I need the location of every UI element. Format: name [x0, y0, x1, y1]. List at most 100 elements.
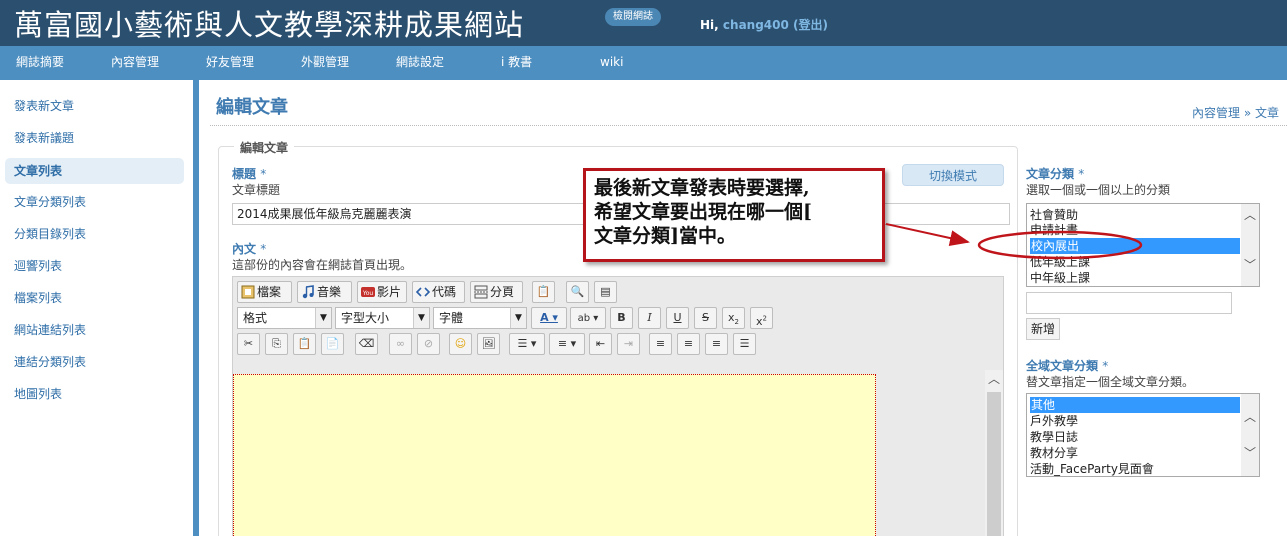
page-break-button[interactable]: 分頁 [470, 281, 523, 303]
editor-content-area[interactable] [233, 374, 876, 536]
global-category-scrollbar[interactable]: ︿ ﹀ [1241, 394, 1259, 476]
nav-friend-management[interactable]: 好友管理 [206, 46, 254, 80]
unlink-button[interactable]: ⊘ [417, 333, 440, 355]
paste-button[interactable]: 📋 [293, 333, 316, 355]
global-category-option[interactable]: 教材分享 [1030, 445, 1078, 461]
global-category-option[interactable]: 教學日誌 [1030, 429, 1078, 445]
global-category-option[interactable]: 戶外教學 [1030, 413, 1078, 429]
text-color-button[interactable]: A ▾ [531, 307, 567, 329]
category-option-selected[interactable]: 校內展出 [1030, 238, 1240, 254]
outdent-button[interactable]: ⇤ [589, 333, 612, 355]
sidebar-divider [193, 80, 199, 536]
emoticon-button[interactable]: ☺ [449, 333, 472, 355]
user-greeting: Hi, chang400 (登出) [700, 16, 828, 33]
indent-button[interactable]: ⇥ [617, 333, 640, 355]
numbered-list-button[interactable]: ≡ ▾ [549, 333, 585, 355]
logout-link[interactable]: (登出) [793, 18, 828, 32]
chevron-down-icon[interactable]: ﹀ [1241, 444, 1259, 462]
background-color-button[interactable]: ab ▾ [570, 307, 606, 329]
align-right-button[interactable]: ≡ [705, 333, 728, 355]
scrollbar-thumb[interactable] [987, 392, 1001, 536]
insert-image-button[interactable]: 🖼 [477, 333, 500, 355]
chevron-up-icon[interactable]: ︿ [1241, 408, 1259, 426]
nav-content-management[interactable]: 內容管理 [111, 46, 159, 80]
youtube-icon: You [361, 285, 375, 299]
sidebar-item-link-category-list[interactable]: 連結分類列表 [5, 349, 184, 375]
switch-mode-button[interactable]: 切換模式 [902, 164, 1004, 186]
sidebar-item-map-list[interactable]: 地圖列表 [5, 381, 184, 407]
insert-file-button[interactable]: 檔案 [237, 281, 292, 303]
remove-format-button[interactable]: ⌫ [355, 333, 378, 355]
copy-button[interactable]: ⎘ [265, 333, 288, 355]
cut-button[interactable]: ✂ [237, 333, 260, 355]
scissors-icon: ✂ [243, 337, 254, 350]
nav-blog-settings[interactable]: 網誌設定 [396, 46, 444, 80]
format-select[interactable]: 格式 ▼ [237, 307, 332, 329]
justify-button[interactable]: ☰ [733, 333, 756, 355]
svg-text:You: You [362, 290, 374, 297]
browse-blog-button[interactable]: 檢閱網誌 [605, 8, 661, 26]
editor-scrollbar[interactable]: ︿ [985, 370, 1003, 536]
nav-wiki[interactable]: wiki [600, 46, 623, 80]
add-category-button[interactable]: 新增 [1026, 318, 1060, 340]
sidebar-item-post-category-list[interactable]: 文章分類列表 [5, 189, 184, 215]
align-left-button[interactable]: ≡ [649, 333, 672, 355]
underline-button[interactable]: U [666, 307, 689, 329]
insert-code-button[interactable]: 代碼 [412, 281, 465, 303]
sidebar-item-new-post[interactable]: 發表新文章 [5, 93, 184, 119]
nav-blog-summary[interactable]: 網誌摘要 [16, 46, 64, 80]
site-title[interactable]: 萬富國小藝術與人文教學深耕成果網站 [14, 2, 524, 44]
chevron-down-icon[interactable]: ﹀ [1241, 256, 1259, 274]
strikethrough-button[interactable]: S [694, 307, 717, 329]
bulleted-list-button[interactable]: ☰ ▾ [509, 333, 545, 355]
global-category-option-selected[interactable]: 其他 [1030, 397, 1240, 413]
font-size-select[interactable]: 字型大小 ▼ [335, 307, 430, 329]
template-button[interactable]: ▤ [594, 281, 617, 303]
superscript-button[interactable]: x2 [750, 307, 773, 329]
paste-word-icon: 📋 [536, 285, 551, 298]
category-label: 文章分類 * [1026, 165, 1084, 182]
italic-button[interactable]: I [638, 307, 661, 329]
align-center-icon: ≡ [683, 337, 694, 350]
new-category-input[interactable] [1026, 292, 1232, 314]
chevron-up-icon[interactable]: ︿ [985, 370, 1003, 388]
chevron-up-icon[interactable]: ︿ [1241, 206, 1259, 224]
category-option[interactable]: 社會贊助 [1030, 207, 1078, 223]
nav-appearance-management[interactable]: 外觀管理 [301, 46, 349, 80]
font-family-select[interactable]: 字體 ▼ [433, 307, 527, 329]
username-link[interactable]: chang400 [723, 18, 789, 32]
sidebar-item-comments-list[interactable]: 迴響列表 [5, 253, 184, 279]
global-category-option[interactable]: 活動_FaceParty見面會 [1030, 461, 1154, 476]
align-center-button[interactable]: ≡ [677, 333, 700, 355]
sidebar-item-new-topic[interactable]: 發表新議題 [5, 125, 184, 151]
template-icon: ▤ [600, 285, 611, 298]
sidebar-item-post-list[interactable]: 文章列表 [5, 158, 184, 184]
category-scrollbar[interactable]: ︿ ﹀ [1241, 204, 1259, 286]
nav-i-teach[interactable]: i 教書 [501, 46, 532, 80]
fieldset-legend: 編輯文章 [234, 139, 295, 156]
smiley-icon: ☺ [454, 337, 467, 350]
category-listbox[interactable]: 社會贊助 申請計畫 校內展出 低年級上課 中年級上課 ︿ ﹀ [1026, 203, 1260, 287]
breadcrumb[interactable]: 內容管理 » 文章 [1192, 104, 1279, 121]
insert-music-button[interactable]: 音樂 [297, 281, 352, 303]
sidebar-item-category-directory-list[interactable]: 分類目錄列表 [5, 221, 184, 247]
insert-video-label: 影片 [377, 285, 402, 299]
insert-video-button[interactable]: You 影片 [357, 281, 407, 303]
subscript-button[interactable]: x2 [722, 307, 745, 329]
sidebar-item-site-links-list[interactable]: 網站連結列表 [5, 317, 184, 343]
category-option[interactable]: 中年級上課 [1030, 270, 1090, 286]
category-option[interactable]: 低年級上課 [1030, 254, 1090, 270]
bold-button[interactable]: B [610, 307, 633, 329]
strikethrough-icon: S [702, 311, 709, 324]
global-category-listbox[interactable]: 其他 戶外教學 教學日誌 教材分享 活動_FaceParty見面會 ︿ ﹀ [1026, 393, 1260, 477]
global-category-label: 全域文章分類 * [1026, 357, 1108, 374]
preview-button[interactable]: 🔍 [566, 281, 589, 303]
paste-word-button[interactable]: 📋 [532, 281, 555, 303]
category-option[interactable]: 申請計畫 [1030, 222, 1078, 238]
paste-text-button[interactable]: 📄 [321, 333, 344, 355]
code-icon [415, 285, 431, 299]
title-required-mark: * [260, 167, 267, 181]
link-button[interactable]: ∞ [389, 333, 412, 355]
right-column-divider [1017, 160, 1018, 536]
sidebar-item-files-list[interactable]: 檔案列表 [5, 285, 184, 311]
